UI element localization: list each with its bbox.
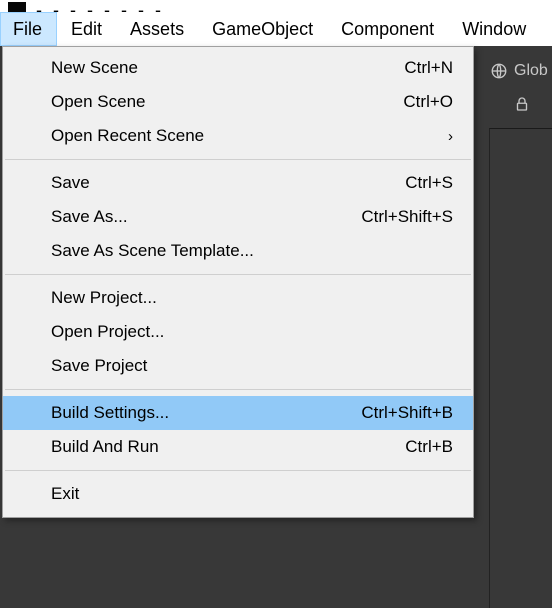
menu-item[interactable]: Save Project [3,349,473,383]
menu-label: Edit [71,19,102,40]
menu-window[interactable]: Window [448,12,540,46]
menu-item[interactable]: New Project... [3,281,473,315]
menu-component[interactable]: Component [327,12,448,46]
menu-item-label: New Scene [51,58,404,78]
viewport-frame [489,128,552,608]
menu-assets[interactable]: Assets [116,12,198,46]
chevron-right-icon: › [448,128,453,145]
menu-item-label: Open Recent Scene [51,126,448,146]
menu-item[interactable]: Exit [3,477,473,511]
menu-edit[interactable]: Edit [57,12,116,46]
menu-item-label: Open Scene [51,92,403,112]
menu-item-label: Save Project [51,356,453,376]
menu-label: GameObject [212,19,313,40]
menu-item-label: Exit [51,484,453,504]
toolbar-handle-rotation[interactable]: Glob [490,56,552,86]
file-menu-dropdown: New SceneCtrl+NOpen SceneCtrl+OOpen Rece… [2,46,474,518]
menu-label: Window [462,19,526,40]
menu-item-label: Open Project... [51,322,453,342]
menu-label: File [13,19,42,40]
menu-item[interactable]: Save As Scene Template... [3,234,473,268]
menu-label: Component [341,19,434,40]
menu-item[interactable]: Save As...Ctrl+Shift+S [3,200,473,234]
toolbar-label: Glob [514,62,548,80]
menu-item-label: Save As Scene Template... [51,241,453,261]
menu-item[interactable]: Open Recent Scene› [3,119,473,153]
menu-item-label: Save As... [51,207,361,227]
menu-item-shortcut: Ctrl+N [404,58,453,78]
menu-item[interactable]: Open SceneCtrl+O [3,85,473,119]
menu-item-shortcut: Ctrl+Shift+S [361,207,453,227]
menu-item[interactable]: SaveCtrl+S [3,166,473,200]
menu-file[interactable]: File [0,12,57,46]
menu-item-shortcut: Ctrl+Shift+B [361,403,453,423]
menu-item-shortcut: Ctrl+S [405,173,453,193]
menu-item-label: New Project... [51,288,453,308]
menu-item[interactable]: New SceneCtrl+N [3,51,473,85]
menu-bar: File Edit Assets GameObject Component Wi… [0,12,552,47]
menu-label: Assets [130,19,184,40]
menu-item[interactable]: Build Settings...Ctrl+Shift+B [3,396,473,430]
menu-separator [5,389,471,390]
menu-item-shortcut: Ctrl+B [405,437,453,457]
menu-separator [5,470,471,471]
menu-item-label: Save [51,173,405,193]
menu-item[interactable]: Open Project... [3,315,473,349]
menu-item-label: Build And Run [51,437,405,457]
menu-gameobject[interactable]: GameObject [198,12,327,46]
app-icon [8,2,26,12]
globe-icon [490,62,508,80]
lock-icon [513,95,531,113]
menu-separator [5,159,471,160]
menu-separator [5,274,471,275]
menu-item-label: Build Settings... [51,403,361,423]
lock-button[interactable] [502,92,542,116]
menu-item-shortcut: Ctrl+O [403,92,453,112]
menu-item[interactable]: Build And RunCtrl+B [3,430,473,464]
